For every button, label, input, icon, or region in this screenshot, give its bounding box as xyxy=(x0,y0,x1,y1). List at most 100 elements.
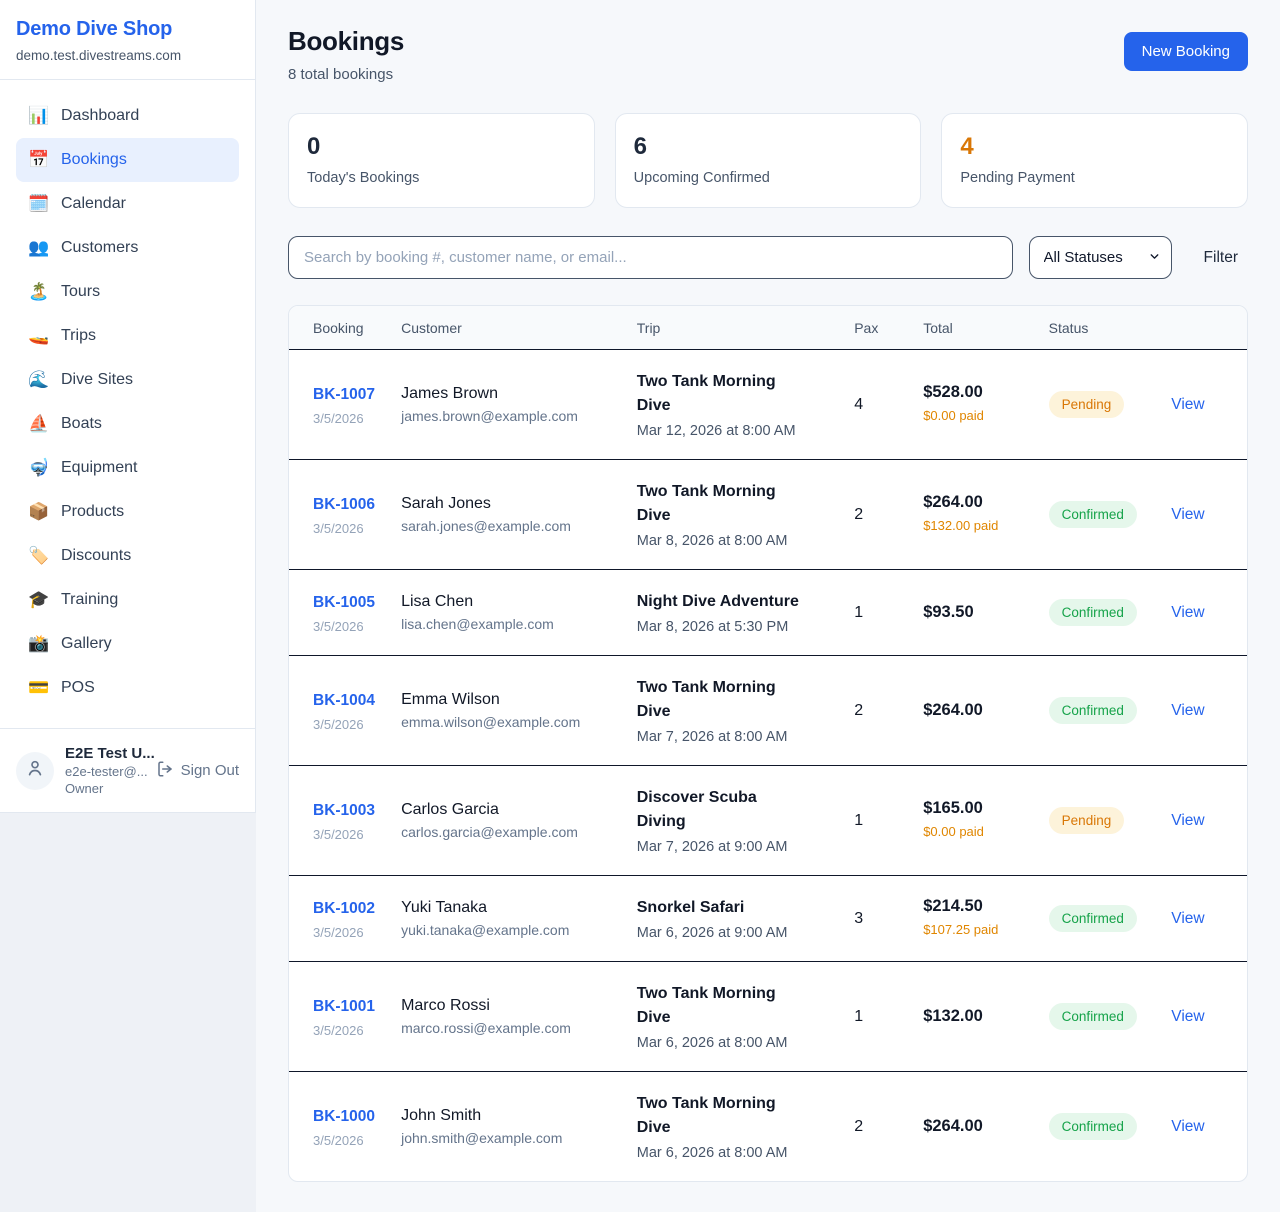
new-booking-button[interactable]: New Booking xyxy=(1124,32,1248,71)
sidebar-item-training[interactable]: 🎓 Training xyxy=(16,578,239,622)
sidebar-item-pos[interactable]: 💳 POS xyxy=(16,666,239,710)
pax-value: 2 xyxy=(854,506,863,523)
nav-icon: 🏷️ xyxy=(28,546,48,566)
view-link[interactable]: View xyxy=(1171,1118,1204,1135)
trip-name: Night Dive Adventure xyxy=(637,590,800,614)
table-row: BK-1006 3/5/2026 Sarah Jones sarah.jones… xyxy=(289,460,1247,570)
view-link[interactable]: View xyxy=(1171,1008,1204,1025)
col-header-total: Total xyxy=(923,306,1048,350)
total-amount: $132.00 xyxy=(923,1007,1040,1026)
pax-value: 2 xyxy=(854,1118,863,1135)
sign-out-button[interactable]: Sign Out xyxy=(156,760,239,782)
trip-name: Discover Scuba Diving xyxy=(637,786,800,834)
sidebar-item-label: Discounts xyxy=(61,547,131,565)
sidebar-item-discounts[interactable]: 🏷️ Discounts xyxy=(16,534,239,578)
booking-link[interactable]: BK-1003 xyxy=(313,799,379,823)
stat-card-upcoming-confirmed: 6 Upcoming Confirmed xyxy=(615,113,922,208)
nav-icon: 📦 xyxy=(28,502,48,522)
sidebar-item-trips[interactable]: 🚤 Trips xyxy=(16,314,239,358)
col-header-customer: Customer xyxy=(401,306,637,350)
customer-name: Sarah Jones xyxy=(401,495,629,513)
nav-icon: 🚤 xyxy=(28,326,48,346)
customer-name: Marco Rossi xyxy=(401,997,629,1015)
sidebar-item-label: Gallery xyxy=(61,635,112,653)
table-row: BK-1002 3/5/2026 Yuki Tanaka yuki.tanaka… xyxy=(289,876,1247,962)
booking-link[interactable]: BK-1006 xyxy=(313,493,379,517)
sidebar-item-label: Equipment xyxy=(61,459,138,477)
sidebar-item-calendar[interactable]: 🗓️ Calendar xyxy=(16,182,239,226)
booking-date: 3/5/2026 xyxy=(313,717,393,732)
stat-value: 4 xyxy=(960,133,1229,161)
col-header-status: Status xyxy=(1049,306,1172,350)
sidebar-item-products[interactable]: 📦 Products xyxy=(16,490,239,534)
booking-link[interactable]: BK-1000 xyxy=(313,1105,379,1129)
page-title: Bookings xyxy=(288,26,404,57)
nav-icon: 📸 xyxy=(28,634,48,654)
view-link[interactable]: View xyxy=(1171,910,1204,927)
sidebar-item-equipment[interactable]: 🤿 Equipment xyxy=(16,446,239,490)
trip-name: Two Tank Morning Dive xyxy=(637,676,800,724)
booking-date: 3/5/2026 xyxy=(313,521,393,536)
view-link[interactable]: View xyxy=(1171,604,1204,621)
total-amount: $165.00 xyxy=(923,799,1040,818)
sign-out-icon xyxy=(156,760,174,782)
sign-out-label: Sign Out xyxy=(181,762,239,779)
stat-value: 0 xyxy=(307,133,576,161)
customer-email: carlos.garcia@example.com xyxy=(401,824,629,840)
user-email: e2e-tester@... xyxy=(65,764,145,779)
status-badge: Confirmed xyxy=(1049,905,1137,932)
nav-icon: 📊 xyxy=(28,106,48,126)
sidebar-item-dashboard[interactable]: 📊 Dashboard xyxy=(16,94,239,138)
filter-button[interactable]: Filter xyxy=(1204,249,1238,267)
col-header-pax: Pax xyxy=(854,306,923,350)
sidebar-item-label: Products xyxy=(61,503,124,521)
booking-link[interactable]: BK-1005 xyxy=(313,591,379,615)
shop-name[interactable]: Demo Dive Shop xyxy=(16,18,239,41)
table-row: BK-1003 3/5/2026 Carlos Garcia carlos.ga… xyxy=(289,766,1247,876)
view-link[interactable]: View xyxy=(1171,812,1204,829)
customer-email: yuki.tanaka@example.com xyxy=(401,922,629,938)
paid-amount: $132.00 paid xyxy=(923,517,1003,535)
booking-link[interactable]: BK-1004 xyxy=(313,689,379,713)
customer-name: Carlos Garcia xyxy=(401,801,629,819)
sidebar-item-label: Training xyxy=(61,591,118,609)
filter-row: All Statuses Filter xyxy=(288,236,1248,279)
view-link[interactable]: View xyxy=(1171,702,1204,719)
stat-card-pending-payment: 4 Pending Payment xyxy=(941,113,1248,208)
status-select[interactable]: All Statuses xyxy=(1029,236,1172,279)
pax-value: 4 xyxy=(854,396,863,413)
view-link[interactable]: View xyxy=(1171,506,1204,523)
table-row: BK-1000 3/5/2026 John Smith john.smith@e… xyxy=(289,1072,1247,1182)
user-block: E2E Test U... e2e-tester@... Owner Sign … xyxy=(0,728,255,812)
sidebar-item-label: POS xyxy=(61,679,95,697)
table-header: Booking Customer Trip Pax Total Status xyxy=(289,306,1247,350)
view-link[interactable]: View xyxy=(1171,396,1204,413)
stat-label: Pending Payment xyxy=(960,170,1229,186)
booking-link[interactable]: BK-1007 xyxy=(313,383,379,407)
sidebar-item-customers[interactable]: 👥 Customers xyxy=(16,226,239,270)
booking-date: 3/5/2026 xyxy=(313,925,393,940)
sidebar-item-label: Bookings xyxy=(61,151,127,169)
booking-link[interactable]: BK-1002 xyxy=(313,897,379,921)
sidebar-item-label: Calendar xyxy=(61,195,126,213)
nav-icon: 🌊 xyxy=(28,370,48,390)
stat-value: 6 xyxy=(634,133,903,161)
sidebar-item-gallery[interactable]: 📸 Gallery xyxy=(16,622,239,666)
customer-email: john.smith@example.com xyxy=(401,1130,629,1146)
booking-link[interactable]: BK-1001 xyxy=(313,995,379,1019)
table-row: BK-1001 3/5/2026 Marco Rossi marco.rossi… xyxy=(289,962,1247,1072)
trip-datetime: Mar 6, 2026 at 8:00 AM xyxy=(637,1145,846,1161)
trip-name: Snorkel Safari xyxy=(637,896,800,920)
sidebar-item-tours[interactable]: 🏝️ Tours xyxy=(16,270,239,314)
customer-name: James Brown xyxy=(401,385,629,403)
status-badge: Confirmed xyxy=(1049,599,1137,626)
search-input[interactable] xyxy=(288,236,1013,279)
trip-datetime: Mar 7, 2026 at 8:00 AM xyxy=(637,729,846,745)
table-row: BK-1004 3/5/2026 Emma Wilson emma.wilson… xyxy=(289,656,1247,766)
nav-icon: 💳 xyxy=(28,678,48,698)
sidebar-item-dive-sites[interactable]: 🌊 Dive Sites xyxy=(16,358,239,402)
booking-date: 3/5/2026 xyxy=(313,827,393,842)
sidebar-item-boats[interactable]: ⛵ Boats xyxy=(16,402,239,446)
stat-card-todays-bookings: 0 Today's Bookings xyxy=(288,113,595,208)
sidebar-item-bookings[interactable]: 📅 Bookings xyxy=(16,138,239,182)
